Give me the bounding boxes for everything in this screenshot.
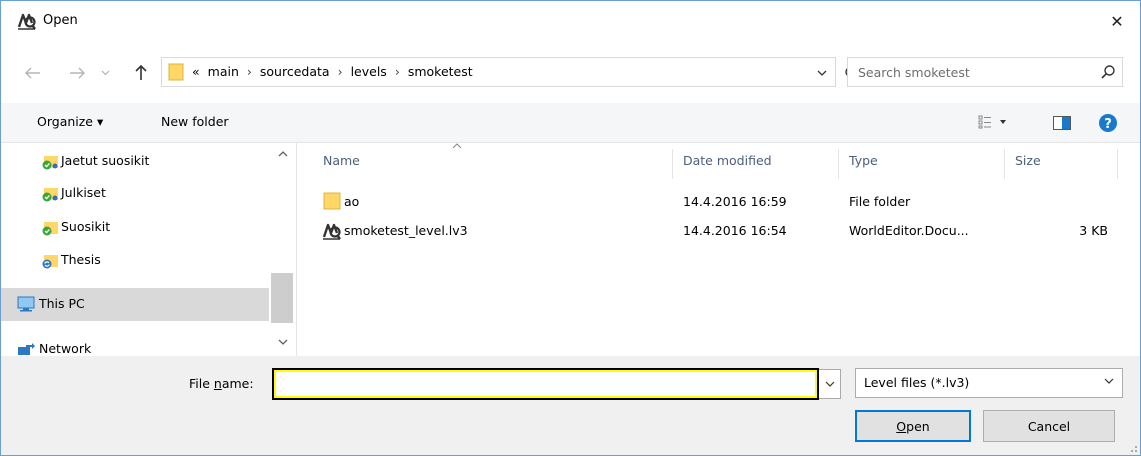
up-arrow-icon <box>135 65 147 80</box>
recent-locations-button[interactable] <box>99 63 111 83</box>
column-divider[interactable] <box>672 149 673 179</box>
chevron-down-icon <box>101 70 109 76</box>
nav-item-suosikit[interactable]: Suosikit <box>1 211 269 244</box>
breadcrumb-item-smoketest[interactable]: smoketest <box>408 64 473 79</box>
column-header-size[interactable]: Size <box>1015 153 1041 168</box>
resize-grip-icon[interactable] <box>1126 441 1138 453</box>
close-icon: ✕ <box>1110 11 1124 31</box>
breadcrumb-separator[interactable]: › <box>338 64 343 79</box>
nav-item-jaetut-suosikit[interactable]: Jaetut suosikit <box>1 145 269 178</box>
nav-item-label: Network <box>39 341 92 356</box>
column-header-date[interactable]: Date modified <box>683 153 772 168</box>
file-name-label-part: File <box>189 376 214 391</box>
preview-pane-icon[interactable] <box>1053 116 1071 130</box>
public-folder-icon <box>42 188 58 202</box>
shared-favorites-icon <box>42 156 58 170</box>
breadcrumb-item-sourcedata[interactable]: sourcedata <box>260 64 330 79</box>
forward-button[interactable] <box>67 63 87 83</box>
navigation-pane: Jaetut suosikit Julkiset Suosikit Thesis <box>1 143 297 356</box>
nav-item-label: This PC <box>39 296 85 311</box>
scroll-down-icon[interactable] <box>278 339 288 345</box>
file-type-selected: Level files (*.lv3) <box>864 375 970 390</box>
nav-scrollbar-thumb[interactable] <box>271 273 293 323</box>
open-button[interactable]: Open <box>855 410 971 442</box>
chevron-down-icon[interactable] <box>815 67 829 79</box>
chevron-down-icon <box>825 381 834 387</box>
worldeditor-logo-icon <box>17 13 36 30</box>
file-date: 14.4.2016 16:59 <box>683 194 787 209</box>
back-arrow-icon <box>25 67 40 79</box>
file-name: ao <box>344 194 360 209</box>
dialog-footer: File name: Level files (*.lv3) Open Canc… <box>1 356 1140 455</box>
search-input[interactable]: Search smoketest <box>858 65 970 80</box>
column-header-name[interactable]: Name <box>323 153 360 168</box>
open-file-dialog: Open ✕ « main › sourcedata › levels › sm… <box>0 0 1141 456</box>
chevron-down-icon <box>1104 378 1114 384</box>
file-type: WorldEditor.Docu... <box>849 223 969 238</box>
cancel-button-label: Cancel <box>1027 418 1071 434</box>
nav-item-label: Suosikit <box>61 219 111 234</box>
back-button[interactable] <box>23 63 43 83</box>
column-divider[interactable] <box>1117 149 1118 179</box>
svg-text:?: ? <box>1104 117 1112 132</box>
nav-item-label: Jaetut suosikit <box>61 153 150 168</box>
folder-icon <box>168 63 184 81</box>
file-name-label: File name: <box>189 376 254 391</box>
up-button[interactable] <box>131 63 151 83</box>
breadcrumb: « main › sourcedata › levels › smoketest <box>192 64 473 79</box>
nav-item-this-pc[interactable]: This PC <box>1 288 269 321</box>
breadcrumb-overflow[interactable]: « <box>192 64 200 79</box>
file-type: File folder <box>849 194 911 209</box>
file-size: 3 KB <box>1079 223 1108 238</box>
column-divider[interactable] <box>838 149 839 179</box>
file-row-smoketest-level[interactable]: smoketest_level.lv3 14.4.2016 16:54 Worl… <box>317 220 1120 242</box>
search-icon[interactable] <box>1100 64 1116 80</box>
scroll-up-icon[interactable] <box>278 151 288 157</box>
file-name-history-dropdown[interactable] <box>819 369 841 399</box>
nav-item-julkiset[interactable]: Julkiset <box>1 177 269 210</box>
favorites-icon <box>42 222 58 236</box>
file-name-input[interactable] <box>272 368 819 400</box>
cancel-button[interactable]: Cancel <box>983 410 1115 442</box>
window-title: Open <box>43 13 78 28</box>
organize-button[interactable]: Organize ▾ <box>37 114 103 129</box>
folder-icon <box>323 192 341 210</box>
nav-item-label: Thesis <box>61 252 101 267</box>
breadcrumb-item-levels[interactable]: levels <box>351 64 387 79</box>
column-divider[interactable] <box>1004 149 1005 179</box>
close-button[interactable]: ✕ <box>1094 1 1140 41</box>
computer-icon <box>17 296 35 312</box>
file-name-label-part: ame: <box>221 376 254 391</box>
open-button-access-key: O <box>896 418 907 434</box>
sort-ascending-icon <box>452 143 462 149</box>
file-name: smoketest_level.lv3 <box>344 223 468 238</box>
file-name-label-access-key: n <box>213 376 222 391</box>
help-icon[interactable]: ? <box>1098 113 1118 133</box>
title-bar: Open ✕ <box>1 1 1140 41</box>
worldeditor-file-icon <box>322 223 341 240</box>
breadcrumb-item-main[interactable]: main <box>208 64 239 79</box>
network-icon <box>18 343 35 355</box>
address-row: « main › sourcedata › levels › smoketest… <box>1 41 1140 103</box>
file-date: 14.4.2016 16:54 <box>683 223 787 238</box>
nav-item-network[interactable]: Network <box>1 333 269 356</box>
address-bar[interactable]: « main › sourcedata › levels › smoketest <box>161 57 836 87</box>
new-folder-button[interactable]: New folder <box>161 114 229 129</box>
nav-item-label: Julkiset <box>61 185 106 200</box>
sync-folder-icon <box>42 255 58 269</box>
nav-item-thesis[interactable]: Thesis <box>1 244 269 277</box>
file-type-select[interactable]: Level files (*.lv3) <box>855 368 1123 398</box>
search-box[interactable]: Search smoketest <box>847 57 1123 87</box>
column-header-type[interactable]: Type <box>849 153 878 168</box>
open-button-label: pen <box>906 418 930 434</box>
forward-arrow-icon <box>70 67 85 79</box>
breadcrumb-separator[interactable]: › <box>395 64 400 79</box>
file-row-ao[interactable]: ao 14.4.2016 16:59 File folder <box>317 191 1120 213</box>
command-bar: Organize ▾ New folder ? <box>1 103 1140 143</box>
view-options-icon[interactable] <box>978 115 1008 129</box>
nav-scrollbar[interactable] <box>269 143 296 356</box>
file-list: Name Date modified Type Size ao 14.4.201… <box>297 143 1140 356</box>
breadcrumb-separator[interactable]: › <box>247 64 252 79</box>
